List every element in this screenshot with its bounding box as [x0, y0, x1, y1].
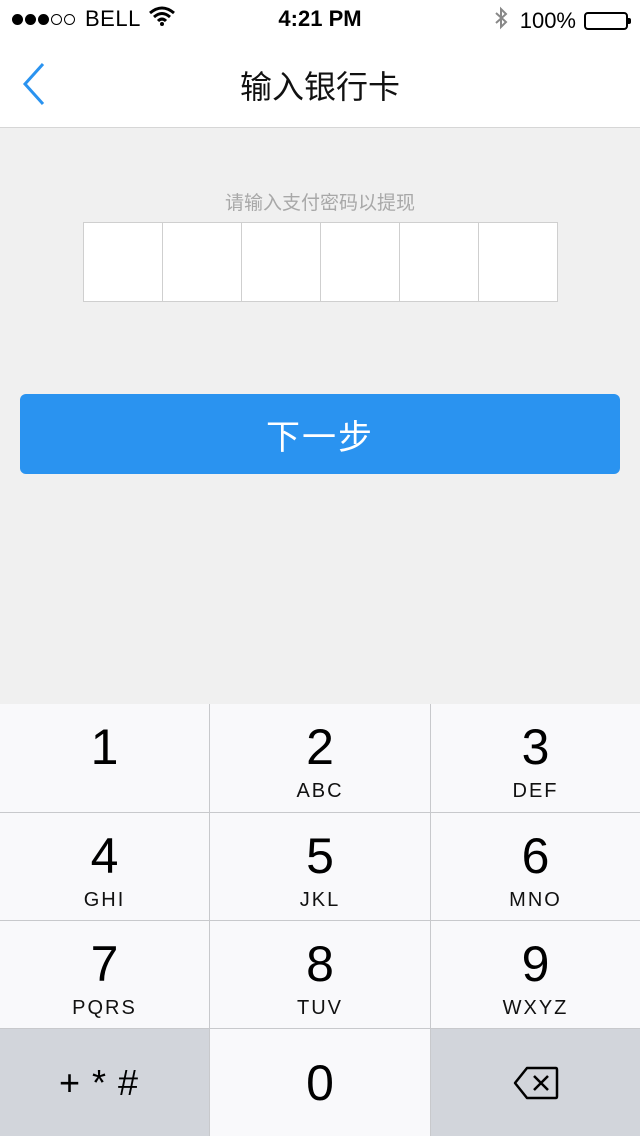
- password-digit-4[interactable]: [321, 223, 400, 301]
- numeric-keypad: 1 2 ABC 3 DEF 4 GHI 5 JKL 6 MNO 7 PQRS 8…: [0, 704, 640, 1136]
- next-step-button[interactable]: 下一步: [20, 394, 620, 474]
- key-6[interactable]: 6 MNO: [431, 813, 640, 920]
- battery-icon: [584, 12, 631, 30]
- key-0[interactable]: 0: [210, 1029, 430, 1136]
- key-9[interactable]: 9 WXYZ: [431, 921, 640, 1028]
- key-5[interactable]: 5 JKL: [210, 813, 430, 920]
- battery-percent: 100%: [519, 8, 576, 33]
- bluetooth-icon: [494, 6, 508, 36]
- key-7[interactable]: 7 PQRS: [0, 921, 209, 1028]
- password-digit-6[interactable]: [479, 223, 557, 301]
- key-3[interactable]: 3 DEF: [431, 704, 640, 812]
- navigation-bar: 输入银行卡: [0, 40, 640, 128]
- password-digit-2[interactable]: [163, 223, 242, 301]
- backspace-icon: [513, 1066, 558, 1099]
- key-8[interactable]: 8 TUV: [210, 921, 430, 1028]
- delete-button[interactable]: [431, 1029, 640, 1136]
- password-digit-5[interactable]: [400, 223, 479, 301]
- password-prompt: 请输入支付密码以提现: [224, 193, 415, 214]
- status-right: 100%: [494, 6, 631, 36]
- symbols-label: +*#: [58, 1061, 151, 1103]
- key-4[interactable]: 4 GHI: [0, 813, 209, 920]
- key-symbols[interactable]: +*#: [0, 1029, 209, 1136]
- password-digit-3[interactable]: [242, 223, 321, 301]
- password-digit-1[interactable]: [84, 223, 163, 301]
- key-1[interactable]: 1: [0, 704, 209, 812]
- page-title: 输入银行卡: [239, 69, 400, 105]
- status-bar: BELL 4:21 PM 100%: [0, 0, 640, 40]
- password-input[interactable]: [83, 222, 558, 302]
- key-2[interactable]: 2 ABC: [210, 704, 430, 812]
